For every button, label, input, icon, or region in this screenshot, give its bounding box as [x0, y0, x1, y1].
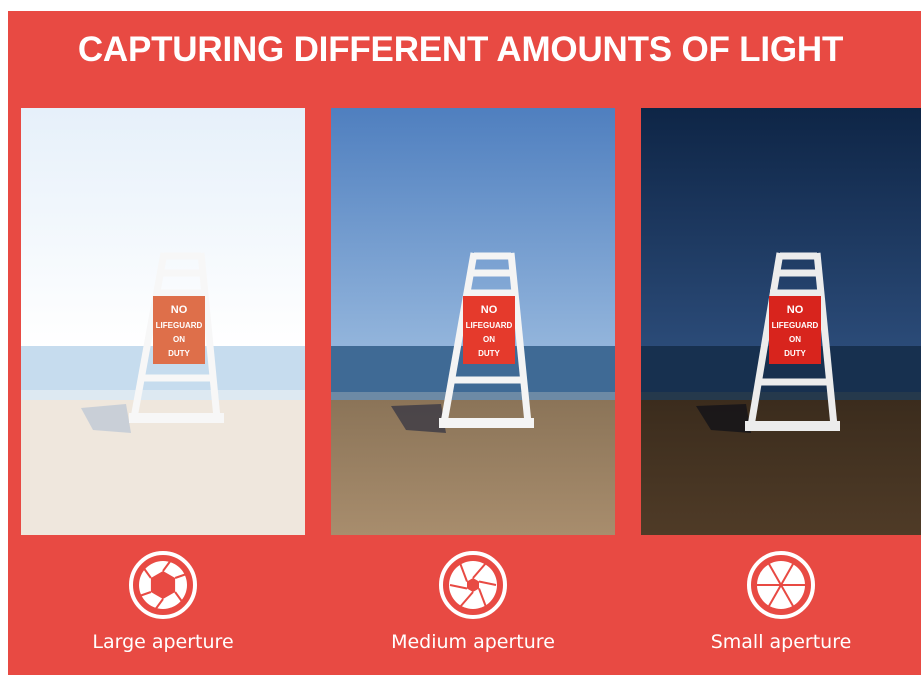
caption-small-aperture: Small aperture — [710, 631, 852, 653]
sign-text-line-1: NO — [787, 304, 804, 316]
sign-text-line-4: DUTY — [478, 349, 500, 358]
aperture-small-icon — [746, 550, 816, 620]
page-title: CAPTURING DIFFERENT AMOUNTS OF LIGHT — [77, 30, 844, 69]
aperture-large-icon — [128, 550, 198, 620]
photo-large-aperture: NO LIFEGUARD ON DUTY — [21, 108, 305, 535]
sign-text-line-4: DUTY — [168, 349, 190, 358]
sign-text-line-1: NO — [171, 304, 188, 316]
sign-text-line-3: ON — [789, 335, 801, 344]
sign-text-line-3: ON — [173, 335, 185, 344]
sign-text-line-2: LIFEGUARD — [156, 321, 203, 330]
sign-text-line-4: DUTY — [784, 349, 806, 358]
sign-text-line-2: LIFEGUARD — [466, 321, 513, 330]
sign-text-line-1: NO — [481, 304, 498, 316]
aperture-medium-icon — [438, 550, 508, 620]
sign-text-line-2: LIFEGUARD — [772, 321, 819, 330]
sign-text-line-3: ON — [483, 335, 495, 344]
caption-large-aperture: Large aperture — [92, 631, 234, 653]
caption-medium-aperture: Medium aperture — [391, 631, 555, 653]
photo-small-aperture: NO LIFEGUARD ON DUTY — [641, 108, 921, 535]
photo-medium-aperture: NO LIFEGUARD ON DUTY — [331, 108, 615, 535]
